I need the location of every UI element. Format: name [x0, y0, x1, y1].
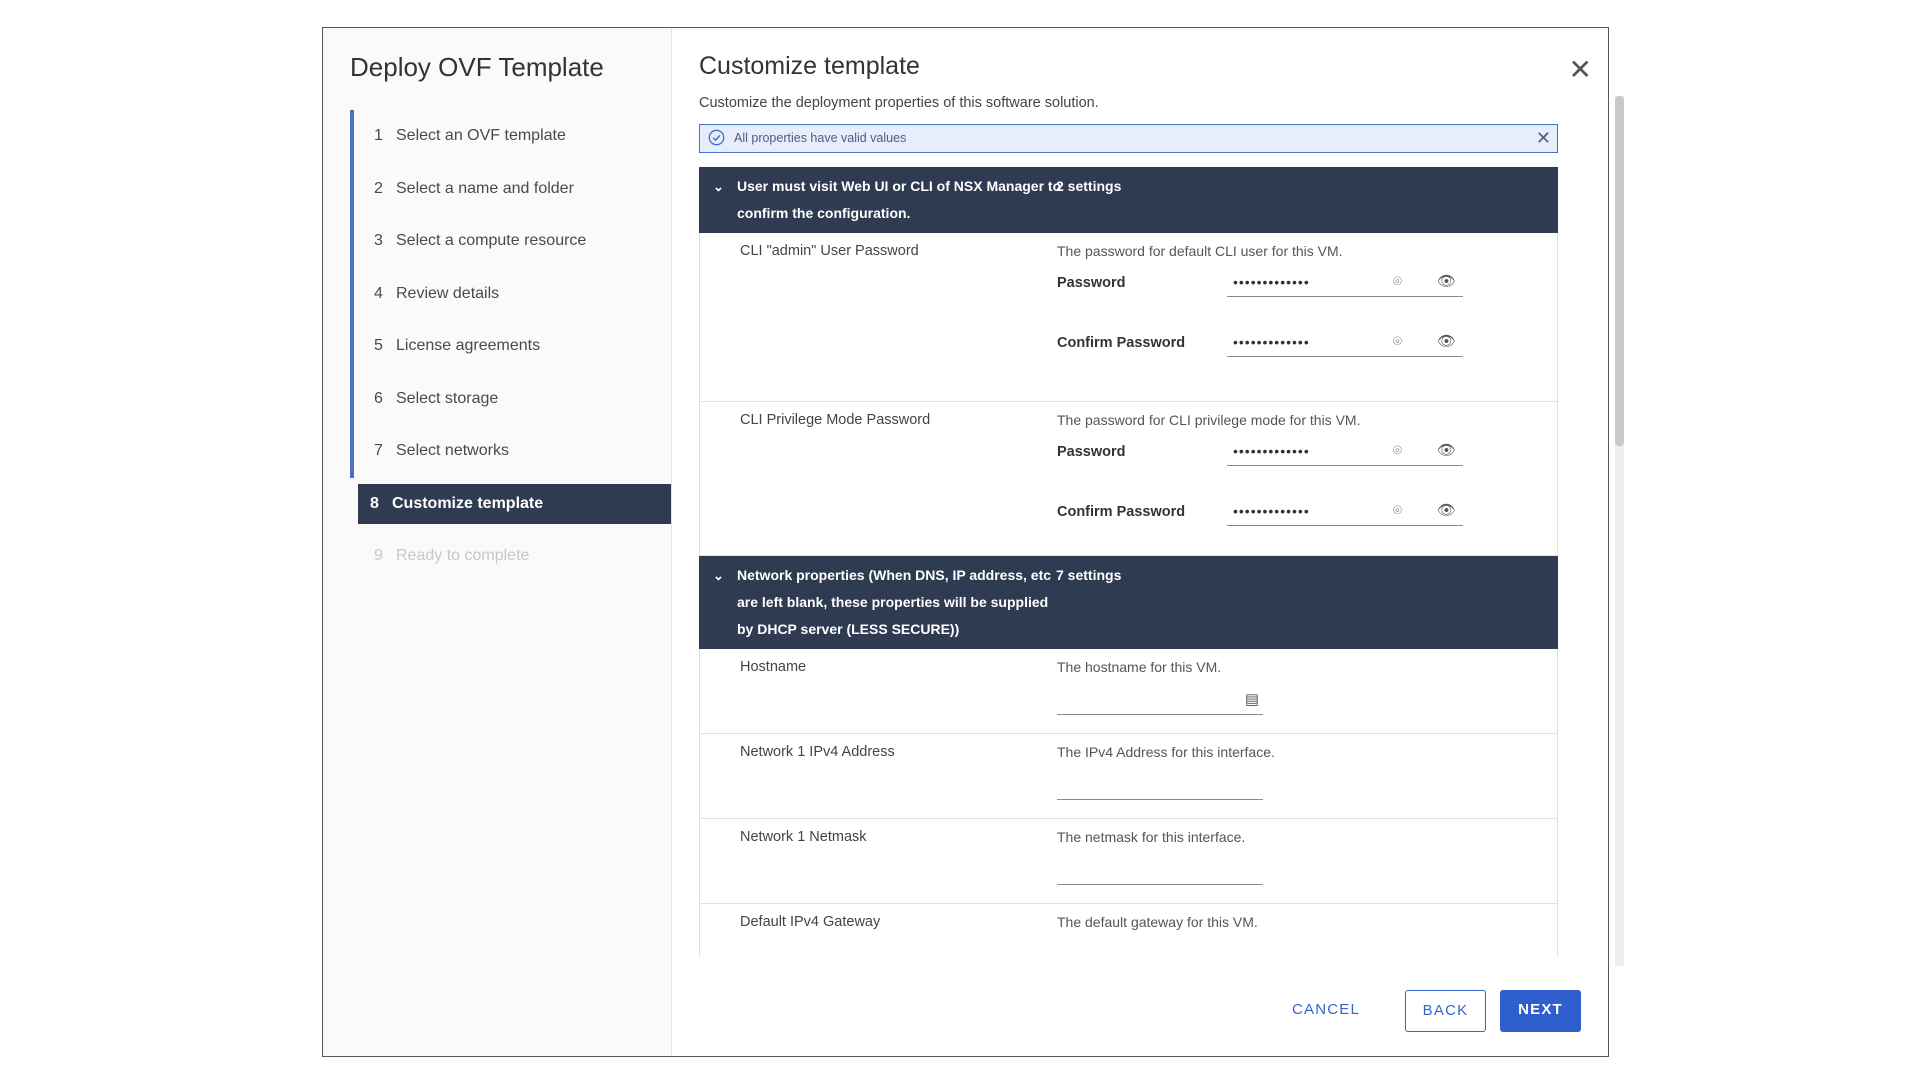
confirm-password-input[interactable]: ••••••••••••• ⌾ 👁: [1227, 498, 1463, 526]
wizard-title: Deploy OVF Template: [350, 52, 604, 82]
password-label: Password: [1057, 275, 1126, 291]
password-value: •••••••••••••: [1233, 334, 1310, 350]
prop-description: The hostname for this VM.: [1057, 659, 1222, 675]
confirm-password-row: Confirm Password ••••••••••••• ⌾ 👁: [1057, 498, 1487, 528]
eye-icon[interactable]: 👁: [1437, 329, 1457, 355]
step-number: 5: [374, 337, 383, 354]
step-3[interactable]: 3 Select a compute resource: [350, 215, 671, 268]
eye-icon[interactable]: 👁: [1437, 498, 1457, 524]
password-input[interactable]: ••••••••••••• ⌾ 👁: [1227, 438, 1463, 466]
chevron-down-icon[interactable]: ⌄: [713, 173, 737, 200]
prop-netmask: Network 1 Netmask The netmask for this i…: [699, 819, 1558, 904]
step-number: 7: [374, 442, 383, 459]
deploy-ovf-dialog: Deploy OVF Template 1 Select an OVF templ…: [322, 27, 1624, 1057]
step-6[interactable]: 6 Select storage: [350, 372, 671, 425]
prop-label: Network 1 Netmask: [740, 829, 867, 845]
confirm-password-label: Confirm Password: [1057, 335, 1186, 351]
close-icon[interactable]: ✕: [1569, 56, 1592, 84]
step-number: 3: [374, 232, 383, 249]
alert-text: All properties have valid values: [734, 131, 907, 145]
password-manager-icon[interactable]: ⌾: [1393, 329, 1403, 355]
step-2[interactable]: 2 Select a name and folder: [350, 162, 671, 215]
step-label: Select a name and folder: [396, 179, 574, 197]
section-header-network[interactable]: ⌄ Network properties (When DNS, IP addres…: [699, 556, 1558, 649]
password-row: Password ••••••••••••• ⌾ 👁: [1057, 269, 1487, 299]
step-9: 9 Ready to complete: [350, 530, 671, 583]
step-label: Select a compute resource: [396, 232, 587, 249]
prop-cli-privilege-password: CLI Privilege Mode Password The password…: [699, 402, 1558, 556]
main-panel: Customize template ✕ Customize the deplo…: [672, 28, 1624, 1056]
netmask-input[interactable]: [1057, 857, 1263, 885]
eye-icon[interactable]: 👁: [1437, 269, 1457, 295]
prop-label: Default IPv4 Gateway: [740, 914, 881, 930]
next-button[interactable]: NEXT: [1500, 990, 1581, 1032]
confirm-password-label: Confirm Password: [1057, 504, 1186, 520]
section-title: Network properties (When DNS, IP address…: [737, 567, 1052, 637]
contact-card-icon[interactable]: ▤: [1245, 687, 1259, 713]
scrollbar[interactable]: [1615, 96, 1624, 966]
page-subtitle: Customize the deployment properties of t…: [699, 95, 1099, 111]
password-row: Password ••••••••••••• ⌾ 👁: [1057, 438, 1487, 468]
prop-hostname: Hostname The hostname for this VM. ▤: [699, 649, 1558, 734]
step-1[interactable]: 1 Select an OVF template: [350, 110, 671, 163]
page-title: Customize template: [699, 52, 920, 80]
wizard-steps: 1 Select an OVF template 2 Select a name a…: [350, 110, 671, 582]
step-label: Review details: [396, 284, 500, 302]
step-4[interactable]: 4 Review details: [350, 267, 671, 320]
validation-alert: All properties have valid values ✕: [699, 124, 1558, 153]
back-button[interactable]: BACK: [1405, 990, 1486, 1032]
section-count: 2 settings: [1056, 178, 1122, 194]
prop-description: The IPv4 Address for this interface.: [1057, 744, 1275, 760]
step-label: Select an OVF template: [396, 127, 566, 144]
prop-label: Network 1 IPv4 Address: [740, 744, 895, 760]
section-title: User must visit Web UI or CLI of NSX Man…: [737, 178, 1062, 221]
hostname-input[interactable]: ▤: [1057, 687, 1263, 715]
password-manager-icon[interactable]: ⌾: [1393, 498, 1403, 524]
step-7[interactable]: 7 Select networks: [350, 425, 671, 478]
check-circle-icon: [708, 129, 725, 146]
password-input[interactable]: ••••••••••••• ⌾ 👁: [1227, 269, 1463, 297]
step-label: License agreements: [396, 337, 541, 354]
prop-ipv4-address: Network 1 IPv4 Address The IPv4 Address …: [699, 734, 1558, 819]
password-value: •••••••••••••: [1233, 503, 1310, 519]
step-label: Select storage: [396, 389, 499, 407]
section-count: 7 settings: [1056, 567, 1122, 583]
scrollbar-thumb[interactable]: [1615, 96, 1624, 446]
step-number: 1: [374, 127, 383, 144]
step-number: 9: [374, 546, 383, 564]
password-manager-icon[interactable]: ⌾: [1393, 438, 1403, 464]
step-label: Customize template: [392, 494, 544, 512]
ipv4-address-input[interactable]: [1057, 772, 1263, 800]
prop-label: CLI Privilege Mode Password: [740, 412, 931, 428]
prop-description: The default gateway for this VM.: [1057, 914, 1258, 930]
prop-description: The netmask for this interface.: [1057, 829, 1246, 845]
properties-list: ⌄ User must visit Web UI or CLI of NSX Ma…: [699, 167, 1558, 957]
step-8-active[interactable]: 8 Customize template: [358, 483, 671, 524]
password-value: •••••••••••••: [1233, 443, 1310, 459]
step-label: Ready to complete: [396, 546, 530, 564]
confirm-password-input[interactable]: ••••••••••••• ⌾ 👁: [1227, 329, 1463, 357]
step-5[interactable]: 5 License agreements: [350, 320, 671, 373]
step-number: 8: [370, 494, 379, 512]
step-label: Select networks: [396, 442, 509, 459]
prop-cli-admin-password: CLI "admin" User Password The password f…: [699, 233, 1558, 402]
password-manager-icon[interactable]: ⌾: [1393, 269, 1403, 295]
step-number: 2: [374, 179, 383, 197]
step-number: 6: [374, 389, 383, 407]
password-label: Password: [1057, 444, 1126, 460]
prop-label: CLI "admin" User Password: [740, 243, 919, 259]
cancel-button[interactable]: CANCEL: [1271, 990, 1381, 1032]
chevron-down-icon[interactable]: ⌄: [713, 562, 737, 589]
section-header-nsx[interactable]: ⌄ User must visit Web UI or CLI of NSX Ma…: [699, 167, 1558, 233]
prop-label: Hostname: [740, 659, 807, 675]
wizard-sidebar: Deploy OVF Template 1 Select an OVF templ…: [323, 28, 672, 1056]
step-number: 4: [374, 284, 383, 302]
prop-description: The password for CLI privilege mode for …: [1057, 412, 1361, 428]
password-value: •••••••••••••: [1233, 274, 1310, 290]
eye-icon[interactable]: 👁: [1437, 438, 1457, 464]
alert-close-icon[interactable]: ✕: [1536, 125, 1551, 152]
confirm-password-row: Confirm Password ••••••••••••• ⌾ 👁: [1057, 329, 1487, 359]
prop-description: The password for default CLI user for th…: [1057, 243, 1343, 259]
prop-default-gateway: Default IPv4 Gateway The default gateway…: [699, 904, 1558, 957]
